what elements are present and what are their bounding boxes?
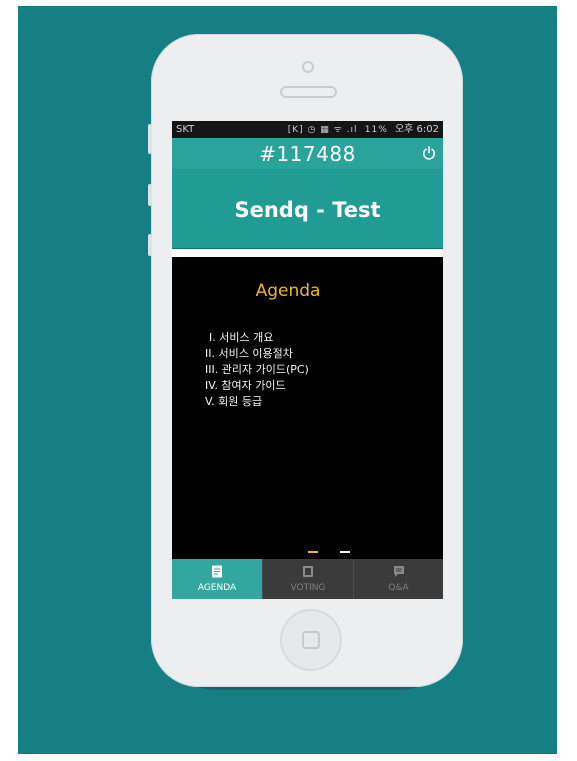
mute-switch <box>148 124 152 154</box>
agenda-slide[interactable]: Agenda I. 서비스 개요 II. 서비스 이용절차 III. 관리자 가… <box>172 257 443 559</box>
tab-qna-label: Q&A <box>388 583 409 593</box>
chat-icon <box>394 566 404 577</box>
front-camera <box>302 61 314 73</box>
square-icon <box>303 566 313 577</box>
home-button-icon <box>302 631 320 649</box>
battery-level: 11% <box>364 125 388 135</box>
agenda-list: I. 서비스 개요 II. 서비스 이용절차 III. 관리자 가이드(PC) … <box>205 330 309 410</box>
document-icon <box>212 565 222 578</box>
header-divider <box>172 249 443 257</box>
agenda-item: II. 서비스 이용절차 <box>205 347 293 360</box>
page-dot[interactable] <box>340 551 350 553</box>
earpiece-speaker <box>280 86 337 98</box>
tab-voting-label: VOTING <box>290 583 326 593</box>
session-code: #117488 <box>259 142 356 166</box>
page-dot-active[interactable] <box>308 551 318 553</box>
tab-agenda[interactable]: AGENDA <box>172 559 262 599</box>
agenda-item: I. 서비스 개요 <box>209 331 274 344</box>
signal-icons: [K] ◷ ▦ ᯤ .ıl <box>287 125 358 135</box>
tab-qna[interactable]: Q&A <box>353 559 443 599</box>
event-title: Sendq - Test <box>234 198 381 222</box>
volume-up-button <box>148 184 152 206</box>
agenda-item: IV. 참여자 가이드 <box>205 379 286 392</box>
slide-page-indicator <box>308 551 358 555</box>
event-header: Sendq - Test <box>172 169 443 249</box>
agenda-item: V. 회원 등급 <box>205 395 263 408</box>
status-indicators: [K] ◷ ▦ ᯤ .ıl 11% 오후 6:02 <box>288 121 439 139</box>
tab-voting[interactable]: VOTING <box>262 559 353 599</box>
phone-screen: SKT [K] ◷ ▦ ᯤ .ıl 11% 오후 6:02 #117488 Se… <box>172 121 443 599</box>
bottom-tab-bar: AGENDA VOTING Q&A <box>172 559 443 599</box>
tab-agenda-label: AGENDA <box>197 583 237 593</box>
slide-title: Agenda <box>255 281 321 301</box>
status-bar: SKT [K] ◷ ▦ ᯤ .ıl 11% 오후 6:02 <box>172 121 443 138</box>
volume-down-button <box>148 234 152 256</box>
home-button[interactable] <box>280 609 342 671</box>
agenda-item: III. 관리자 가이드(PC) <box>205 363 309 376</box>
app-title-bar: #117488 <box>172 138 443 169</box>
power-icon[interactable] <box>422 146 436 160</box>
carrier-label: SKT <box>176 124 195 135</box>
status-clock: 오후 6:02 <box>394 124 439 135</box>
